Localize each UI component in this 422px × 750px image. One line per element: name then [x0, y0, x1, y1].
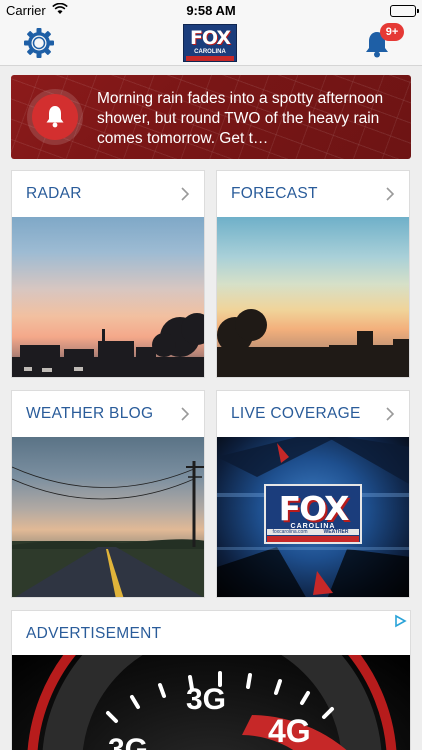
adchoices-icon[interactable] [393, 614, 407, 628]
fox-carolina-logo: FOX CAROLINA [183, 24, 237, 62]
live-coverage-tile[interactable]: LIVE COVERAGE FOX CAROLINA foxcarolina.c… [216, 390, 410, 598]
navigation-bar: FOX CAROLINA 9+ [0, 22, 422, 66]
radar-tile-header: RADAR [12, 171, 204, 217]
forecast-tile[interactable]: FORECAST [216, 170, 410, 378]
live-logo-tag: WEATHER [323, 529, 349, 535]
status-bar: Carrier 9:58 AM [0, 0, 422, 22]
advertisement-title: ADVERTISEMENT [26, 625, 162, 642]
advertisement-card[interactable]: ADVERTISEMENT 3G 3G 4G [11, 610, 411, 750]
logo-subtext: CAROLINA [194, 49, 226, 55]
notification-count-badge: 9+ [380, 23, 404, 41]
battery-icon [390, 5, 419, 17]
live-coverage-promo-image: FOX CAROLINA foxcarolina.com WEATHER [217, 437, 409, 597]
live-logo-url: foxcarolina.com [272, 529, 308, 535]
chevron-right-icon [181, 407, 190, 421]
weather-blog-tile-title: WEATHER BLOG [26, 405, 154, 422]
gauge-label-3g: 3G [186, 683, 227, 716]
forecast-tile-header: FORECAST [217, 171, 409, 217]
weather-alert-banner[interactable]: Morning rain fades into a spotty afterno… [11, 75, 411, 159]
gauge-label-4g: 4G [268, 713, 311, 749]
weather-blog-tile[interactable]: WEATHER BLOG [11, 390, 205, 598]
forecast-tile-title: FORECAST [231, 185, 318, 202]
forecast-sky-photo [217, 217, 409, 377]
live-coverage-tile-title: LIVE COVERAGE [231, 405, 361, 422]
logo-text: FOX [189, 27, 231, 49]
chevron-right-icon [386, 407, 395, 421]
weather-blog-tile-header: WEATHER BLOG [12, 391, 204, 437]
chevron-right-icon [181, 187, 190, 201]
radar-tile[interactable]: RADAR [11, 170, 205, 378]
radar-tile-title: RADAR [26, 185, 82, 202]
alert-bell-icon [46, 106, 64, 128]
alert-icon-ring [27, 89, 83, 145]
settings-gear-icon[interactable] [22, 26, 56, 60]
alert-message: Morning rain fades into a spotty afterno… [97, 90, 384, 147]
logo-weather-strip [186, 56, 234, 61]
advertisement-speedometer-image: 3G 3G 4G [12, 655, 410, 750]
weather-blog-road-photo [12, 437, 204, 597]
svg-text:3G: 3G [108, 733, 148, 750]
radar-sunset-photo [12, 217, 204, 377]
live-coverage-tile-header: LIVE COVERAGE [217, 391, 409, 437]
clock: 9:58 AM [186, 3, 236, 18]
chevron-right-icon [386, 187, 395, 201]
